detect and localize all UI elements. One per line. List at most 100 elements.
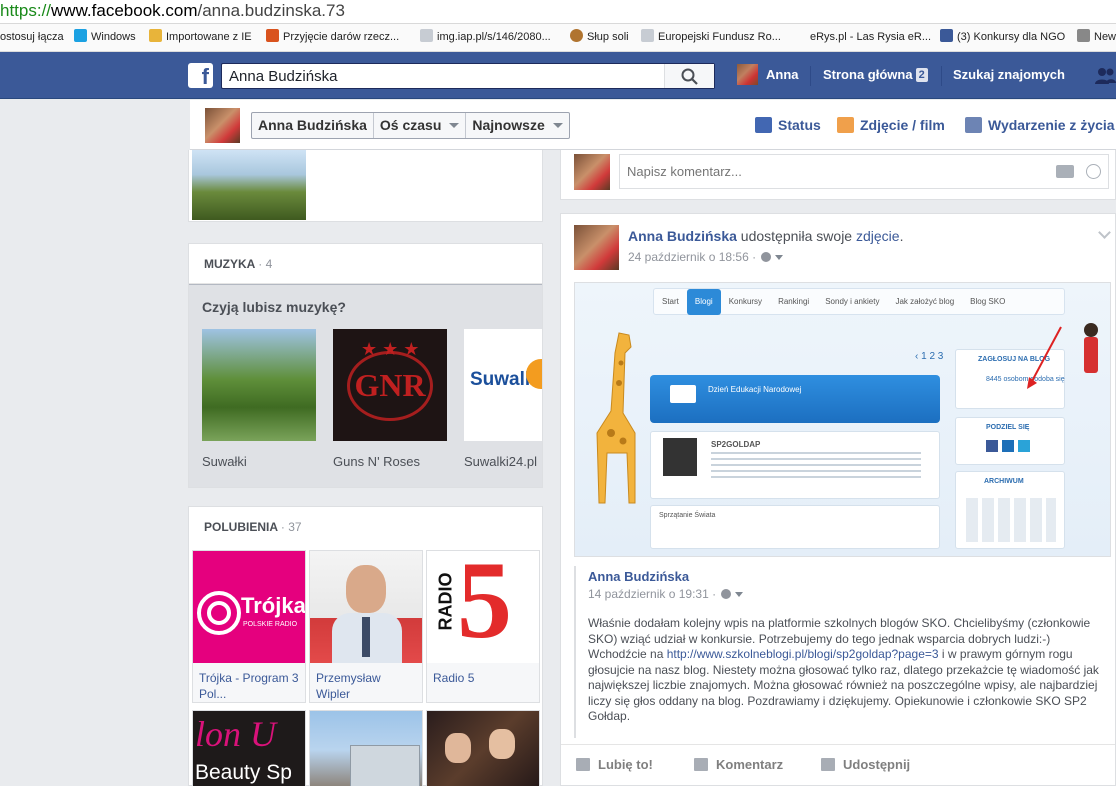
favorites-bar: ostosuj łącza Windows Importowane z IE P… <box>0 24 1116 52</box>
favorite-customize-links[interactable]: ostosuj łącza <box>0 24 64 51</box>
shared-timestamp[interactable]: 14 październik o 19:31 · <box>588 587 744 601</box>
chevron-down-icon <box>552 123 563 128</box>
timeline-navigation: Anna Budzińska Oś czasu Najnowsze <box>251 112 570 139</box>
life-event-button[interactable]: Wydarzenie z życia <box>965 113 1115 137</box>
blog-nav: Start Blogi Konkursy Rankingi Sondy i ankiet… <box>653 288 1065 315</box>
avatar <box>737 64 758 85</box>
share-widget: PODZIEL SIĘ <box>955 417 1065 465</box>
search-icon <box>681 68 698 85</box>
post-timestamp[interactable]: 24 październik o 18:56 · <box>628 250 784 264</box>
post-options-chevron-icon[interactable] <box>1098 226 1111 239</box>
post-text: Właśnie dodałam kolejny wpis na platform… <box>588 616 1099 723</box>
page-icon <box>641 29 654 42</box>
photo-video-button[interactable]: Zdjęcie / film <box>837 113 945 137</box>
like-item-radio5[interactable]: RADIO 5 Radio 5 <box>426 550 540 703</box>
shared-author-link[interactable]: Anna Budzińska <box>588 569 689 584</box>
music-item-guns-n-roses[interactable]: GNR ★ ★ ★ Guns N' Roses <box>333 329 447 469</box>
likes-header[interactable]: POLUBIENIA · 37 <box>189 507 542 547</box>
address-bar[interactable]: https://www.facebook.com/anna.budzinska.… <box>0 0 1116 24</box>
favorite-europejski-fundusz[interactable]: Europejski Fundusz Ro... <box>641 24 781 51</box>
nav-divider <box>941 66 942 86</box>
like-item-trojka[interactable]: Trójka POLSKIE RADIO Trójka - Program 3 … <box>192 550 306 703</box>
emoji-icon[interactable] <box>1086 164 1101 179</box>
shared-photo[interactable]: Start Blogi Konkursy Rankingi Sondy i ankiet… <box>574 282 1111 557</box>
music-suggestions: Czyją lubisz muzykę? Suwałki GNR ★ ★ ★ G… <box>189 284 542 487</box>
music-item-suwalki24[interactable]: Suwalki Suwalki24.pl <box>464 329 542 469</box>
trojka-logo: Trójka POLSKIE RADIO <box>193 551 305 663</box>
pin-icon <box>570 29 583 42</box>
favorite-img-iap[interactable]: img.iap.pl/s/146/2080... <box>420 24 551 51</box>
sort-dropdown[interactable]: Najnowsze <box>466 113 568 138</box>
ngo-icon <box>266 29 279 42</box>
post-title: Anna Budzińska udostępniła swoje zdjęcie… <box>628 228 904 244</box>
avatar <box>574 154 610 190</box>
search-box <box>221 63 715 89</box>
share-icon <box>821 758 835 771</box>
camera-icon[interactable] <box>1056 165 1074 178</box>
like-button[interactable]: Lubię to! <box>576 757 653 772</box>
comment-button[interactable]: Komentarz <box>694 757 783 772</box>
music-question: Czyją lubisz muzykę? <box>202 299 346 315</box>
like-item-band-photo[interactable] <box>426 710 540 786</box>
photo-icon <box>837 117 854 133</box>
share-button[interactable]: Udostępnij <box>821 757 910 772</box>
search-input[interactable] <box>222 64 662 88</box>
music-item-suwalki[interactable]: Suwałki <box>202 329 316 469</box>
girl-illustration <box>1080 323 1102 403</box>
status-button[interactable]: Status <box>755 113 821 137</box>
cart-icon <box>1077 29 1090 42</box>
like-item-wipler[interactable]: Przemysław Wipler <box>309 550 423 703</box>
post-author-link[interactable]: Anna Budzińska <box>628 228 737 244</box>
gnr-logo: GNR ★ ★ ★ <box>333 329 447 441</box>
blog-entry: SP2GOLDAP <box>650 431 940 499</box>
favorite-windows[interactable]: Windows <box>74 24 136 51</box>
shared-post: Anna Budzińska 14 październik o 19:31 · … <box>574 566 1109 738</box>
post-link[interactable]: http://www.szkolneblogi.pl/blogi/sp2gold… <box>667 647 939 661</box>
post-object-link[interactable]: zdjęcie <box>856 228 900 244</box>
facebook-logo-icon[interactable]: f <box>188 63 213 88</box>
globe-icon <box>721 589 732 599</box>
friend-requests-icon[interactable] <box>1094 66 1116 86</box>
music-header[interactable]: MUZYKA · 4 <box>189 244 542 284</box>
thumbs-up-icon <box>576 758 590 771</box>
favorite-erys[interactable]: eRys.pl - Las Rysia eR... <box>810 24 931 51</box>
find-friends-link[interactable]: Szukaj znajomych <box>953 52 1065 99</box>
avatar[interactable] <box>574 225 619 270</box>
like-item-beauty-spa[interactable]: Beauty Sp lon U <box>192 710 306 786</box>
folder-icon <box>149 29 162 42</box>
globe-icon <box>761 252 772 262</box>
nav-divider <box>810 66 811 86</box>
music-section: MUZYKA · 4 Czyją lubisz muzykę? Suwałki … <box>188 243 543 488</box>
comment-icon <box>694 758 708 771</box>
photos-strip <box>188 150 543 222</box>
suwalki-photo <box>202 329 316 441</box>
audience-dropdown-icon[interactable] <box>735 592 744 597</box>
favorite-konkursy-ngo[interactable]: (3) Konkursy dla NGO <box>940 24 1065 51</box>
avatar[interactable] <box>205 108 240 143</box>
favorite-imported-ie[interactable]: Importowane z IE <box>149 24 252 51</box>
giraffe-illustration <box>596 332 636 504</box>
photo-thumbnail[interactable] <box>192 150 306 220</box>
timeline-post: Anna Budzińska udostępniła swoje zdjęcie… <box>560 213 1116 786</box>
profile-name-button[interactable]: Anna Budzińska <box>252 113 374 138</box>
favorite-slup-soli[interactable]: Słup soli <box>570 24 629 51</box>
home-link[interactable]: Strona główna 2 <box>823 52 928 99</box>
comment-composer <box>560 150 1116 200</box>
blog-entry: Sprzątanie Świata <box>650 505 940 549</box>
favorite-new[interactable]: New <box>1077 24 1116 51</box>
pencil-icon <box>755 117 772 133</box>
profile-link[interactable]: Anna <box>737 52 799 99</box>
flag-icon <box>965 117 982 133</box>
like-item-building[interactable] <box>309 710 423 786</box>
audience-dropdown-icon[interactable] <box>775 255 784 260</box>
arrow-illustration <box>1027 326 1062 389</box>
timeline-dropdown[interactable]: Oś czasu <box>374 113 467 138</box>
blog-event-banner: Dzień Edukacji Narodowej <box>650 375 940 423</box>
comment-input[interactable] <box>620 155 1020 188</box>
url-text[interactable]: https://www.facebook.com/anna.budzinska.… <box>0 0 345 24</box>
search-button[interactable] <box>664 64 714 88</box>
chevron-down-icon <box>449 123 460 128</box>
favorite-przyjecie-darow[interactable]: Przyjęcie darów rzecz... <box>266 24 399 51</box>
radio5-logo: RADIO 5 <box>427 551 539 663</box>
page-icon <box>420 29 433 42</box>
